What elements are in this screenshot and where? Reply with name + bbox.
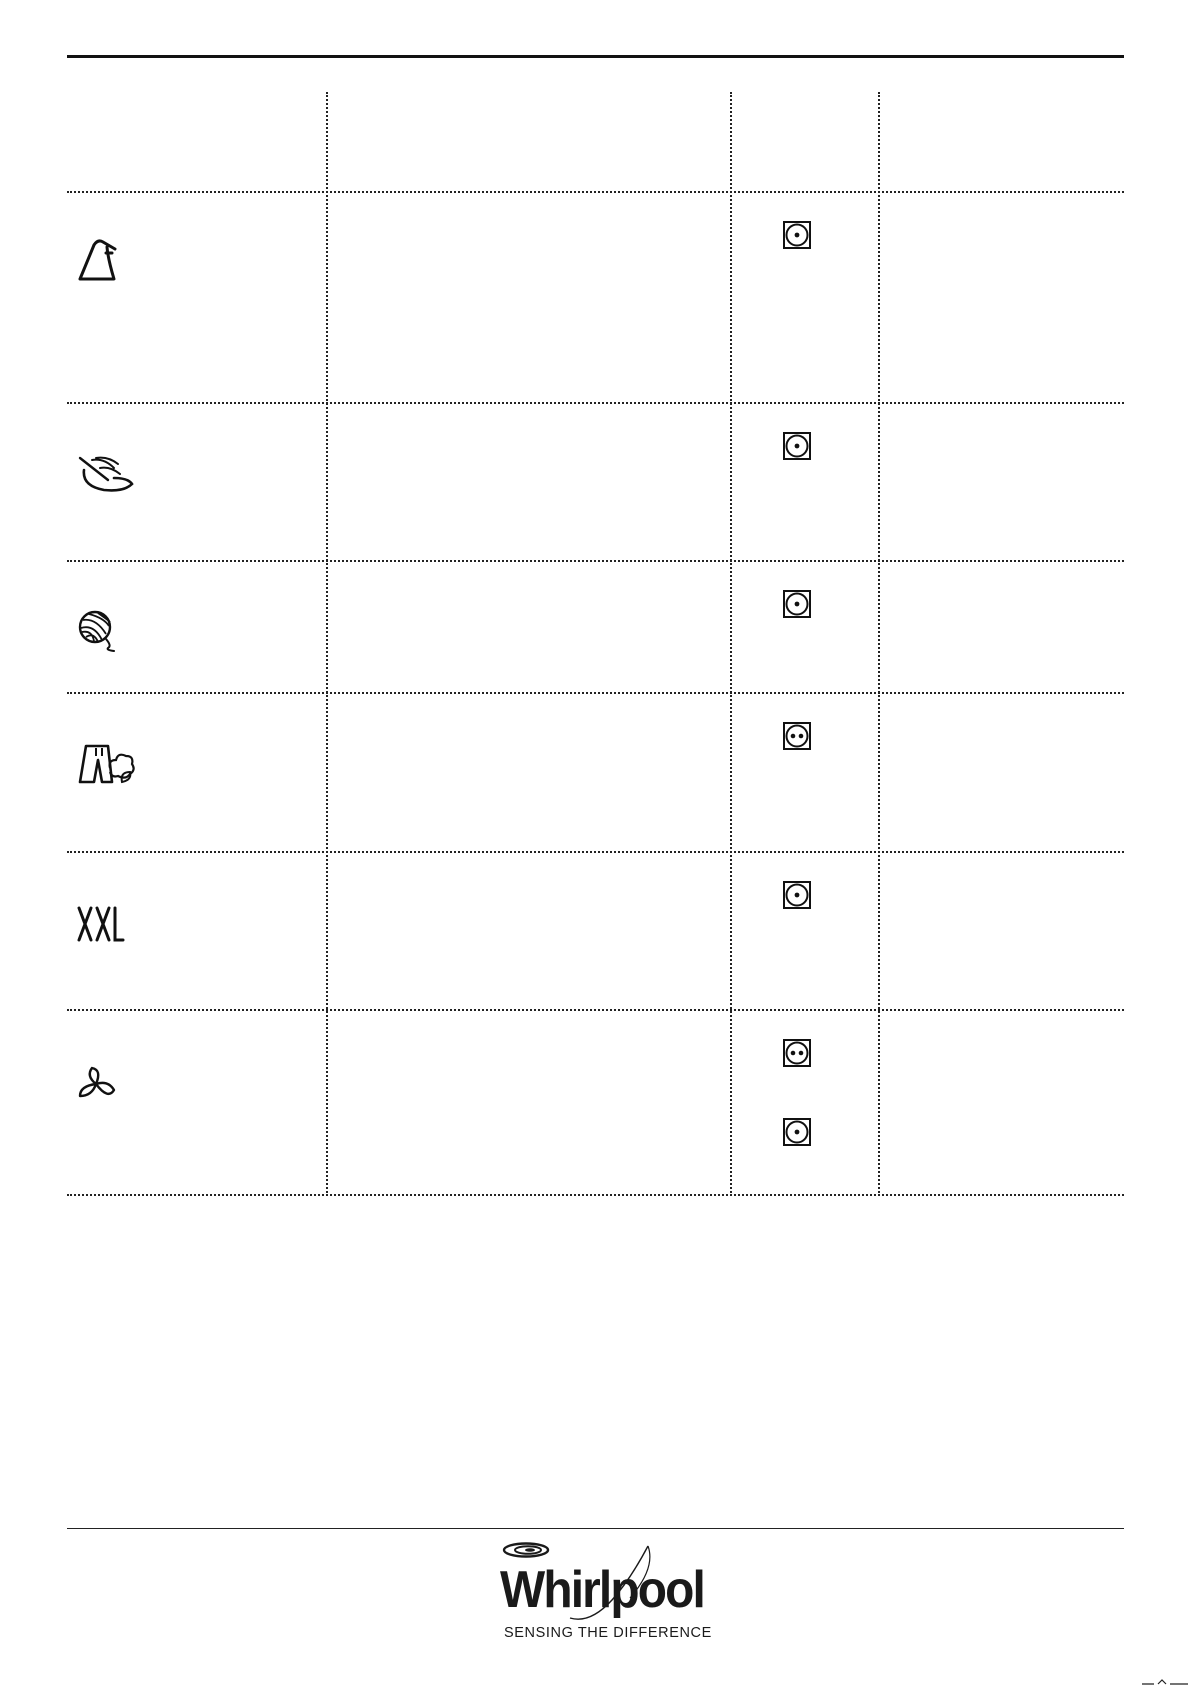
wool-yarn-icon — [78, 610, 115, 652]
tumble-dry-low-heat-icon — [783, 432, 811, 460]
corner-marks — [1142, 1679, 1188, 1685]
footer-rule — [67, 1528, 1124, 1529]
row-divider — [67, 402, 1124, 404]
synthetics-iron-icon — [78, 239, 117, 281]
brand-tagline: SENSING THE DIFFERENCE — [504, 1625, 712, 1641]
tumble-dry-low-heat-icon — [783, 221, 811, 249]
outdoor-jeans-icon — [78, 744, 135, 784]
row-divider — [67, 191, 1124, 193]
tumble-dry-low-heat-icon — [783, 1118, 811, 1146]
row-divider — [67, 1194, 1124, 1196]
row-divider — [67, 560, 1124, 562]
column-divider — [730, 92, 732, 1196]
whirlpool-logo: Whirlpool SENSING THE DIFFERENCE — [480, 1540, 720, 1650]
xxl-icon — [77, 906, 125, 942]
tumble-dry-normal-heat-icon — [783, 1039, 811, 1067]
row-divider — [67, 692, 1124, 694]
tumble-dry-low-heat-icon — [783, 881, 811, 909]
tumble-dry-low-heat-icon — [783, 590, 811, 618]
column-divider — [878, 92, 880, 1196]
column-divider — [326, 92, 328, 1196]
delicates-feather-icon — [78, 456, 134, 492]
row-divider — [67, 1009, 1124, 1011]
tumble-dry-normal-heat-icon — [783, 722, 811, 750]
air-fan-icon — [78, 1066, 116, 1098]
row-divider — [67, 851, 1124, 853]
top-rule — [67, 55, 1124, 58]
brand-name: Whirlpool — [500, 1561, 706, 1619]
